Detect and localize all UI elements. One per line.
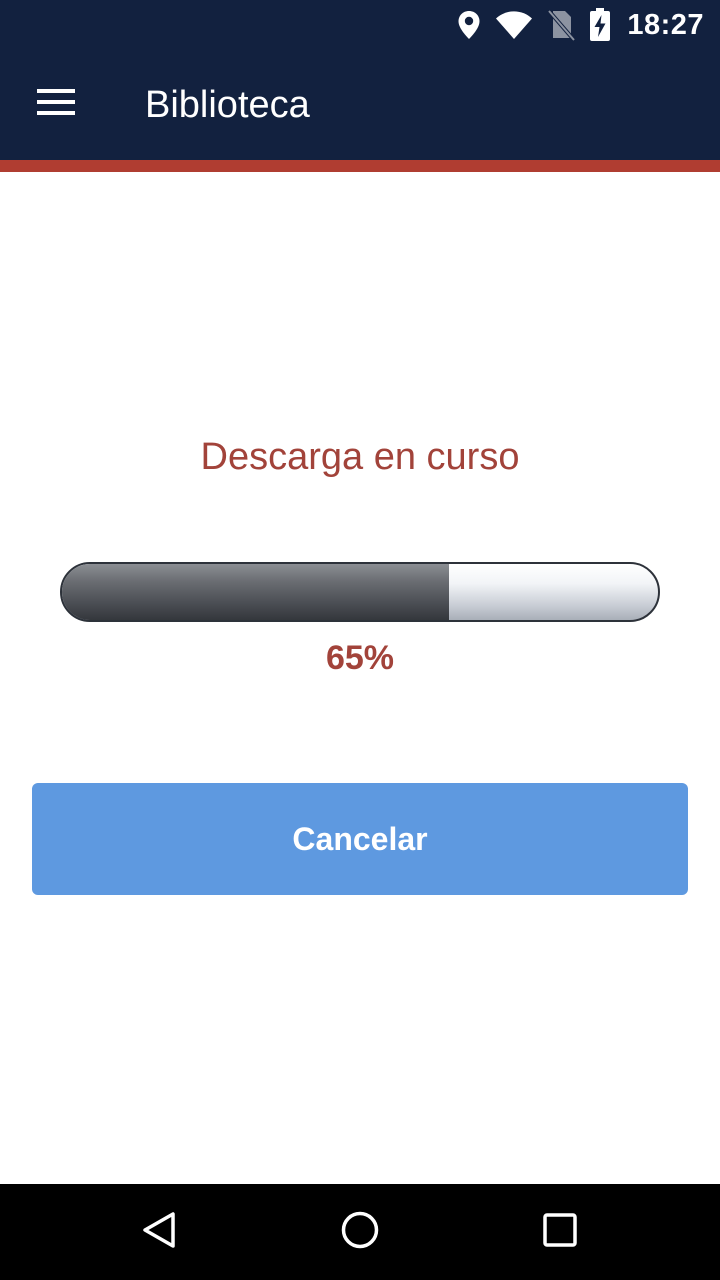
no-sim-icon [547, 9, 576, 41]
recents-button[interactable] [510, 1184, 610, 1280]
app-bar: Biblioteca [0, 50, 720, 160]
back-icon [140, 1210, 180, 1255]
progress-bar [60, 562, 660, 622]
back-button[interactable] [110, 1184, 210, 1280]
home-icon [340, 1210, 380, 1255]
download-heading: Descarga en curso [200, 436, 520, 478]
progress-percent: 65% [325, 639, 395, 677]
status-icons: 18:27 [457, 0, 704, 50]
progress-fill [62, 564, 450, 620]
status-time: 18:27 [627, 8, 704, 41]
wifi-icon [495, 10, 533, 40]
status-bar: 18:27 [0, 0, 720, 50]
cancel-button[interactable]: Cancelar [32, 783, 688, 895]
battery-charging-icon [589, 8, 611, 42]
header-accent-line [0, 160, 720, 172]
app-title: Biblioteca [145, 84, 310, 126]
location-icon [457, 10, 481, 40]
hamburger-menu-icon [37, 87, 75, 122]
navigation-bar [0, 1184, 720, 1280]
recents-icon [542, 1212, 578, 1253]
menu-button[interactable] [26, 76, 86, 132]
home-button[interactable] [310, 1184, 410, 1280]
screen: 18:27 Biblioteca Descarga en curso 65% C… [0, 0, 720, 1280]
